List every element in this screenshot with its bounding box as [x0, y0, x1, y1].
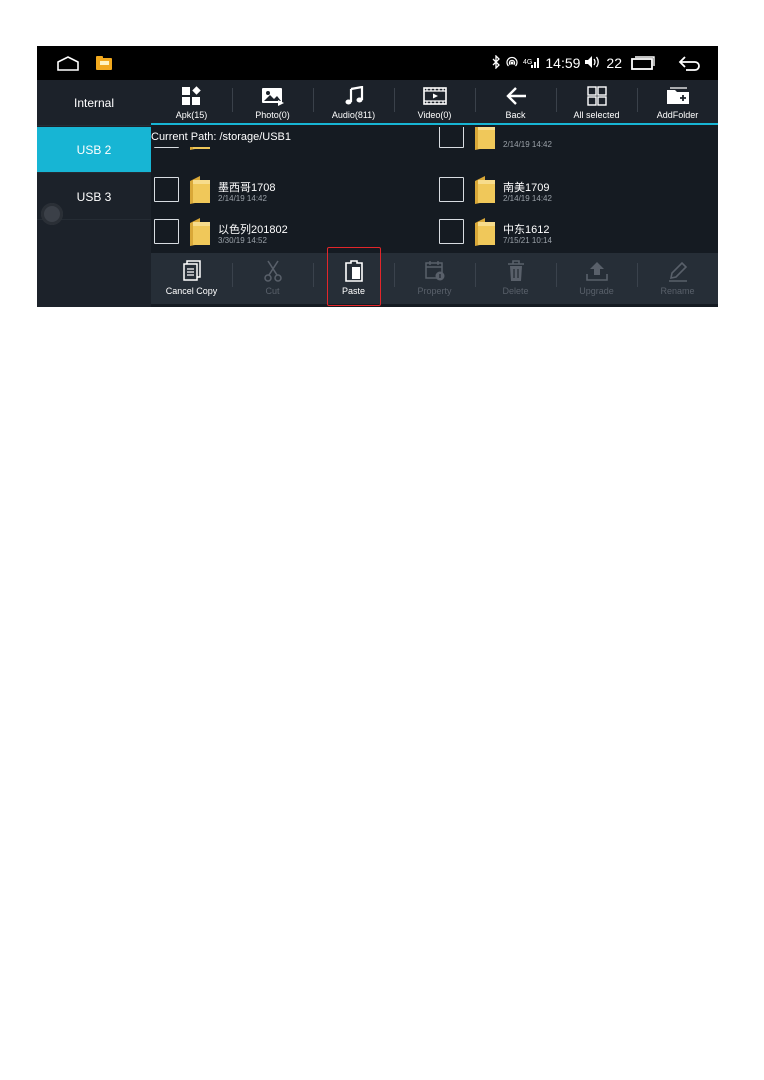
file-name: 中东1612 [503, 224, 550, 236]
grid-icon [586, 84, 608, 108]
back-button[interactable]: Back [475, 80, 556, 123]
video-icon [422, 84, 447, 108]
sidebar-item-usb2[interactable]: USB 2 [37, 127, 151, 173]
list-item[interactable]: 中东1612 7/15/21 10:14 [436, 213, 716, 253]
recents-icon[interactable] [629, 46, 657, 80]
cancel-copy-button[interactable]: Cancel Copy [151, 253, 232, 304]
folder-icon [475, 127, 495, 150]
delete-button[interactable]: Delete [475, 253, 556, 304]
add-folder-button[interactable]: AddFolder [637, 80, 718, 123]
cut-label: Cut [265, 286, 280, 296]
file-date: 2/14/19 14:42 [503, 194, 552, 203]
file-list: 2/25/23 11:48 2/14/19 14:42 墨西哥1708 2/14… [151, 127, 718, 253]
head-unit-screen: 4G 14:59 22 Internal USB 2 USB 3 Apk(15) [37, 46, 718, 307]
home-outline-icon[interactable] [55, 46, 81, 80]
current-path: Current Path: /storage/USB1 [151, 127, 296, 147]
category-toolbar: Apk(15) Photo(0) Audio(811) Video(0) Bac… [151, 80, 718, 125]
upload-icon [585, 259, 609, 283]
rename-label: Rename [660, 286, 695, 296]
add-folder-icon [665, 84, 691, 108]
back-arrow-icon [505, 84, 527, 108]
paste-button[interactable]: Paste [313, 253, 394, 304]
video-filter-button[interactable]: Video(0) [394, 80, 475, 123]
file-action-bar: Cancel Copy Cut Paste Property Delete Up… [151, 247, 718, 306]
paste-icon [344, 259, 364, 283]
back-arrow-icon[interactable] [675, 46, 705, 80]
paste-label: Paste [341, 286, 365, 296]
file-name: 以色列201802 [218, 224, 288, 236]
select-all-button[interactable]: All selected [556, 80, 637, 123]
pencil-icon [667, 259, 689, 283]
property-button[interactable]: Property [394, 253, 475, 304]
bluetooth-icon [491, 53, 501, 72]
audio-filter-label: Audio(811) [331, 110, 376, 120]
file-name: 墨西哥1708 [218, 182, 276, 194]
video-filter-label: Video(0) [417, 110, 452, 120]
apk-filter-button[interactable]: Apk(15) [151, 80, 232, 123]
cancel-copy-label: Cancel Copy [165, 286, 218, 296]
property-label: Property [417, 286, 452, 296]
item-checkbox[interactable] [154, 219, 179, 244]
trash-icon [506, 259, 526, 283]
status-indicators: 4G 14:59 22 [491, 46, 622, 80]
item-checkbox[interactable] [439, 127, 464, 148]
folder-icon [190, 176, 210, 204]
upgrade-label: Upgrade [579, 286, 614, 296]
floating-assistive-button[interactable] [41, 203, 63, 225]
folder-icon [475, 218, 495, 246]
status-bar: 4G 14:59 22 [37, 46, 718, 80]
music-note-icon [344, 84, 364, 108]
scissors-icon [263, 259, 283, 283]
item-checkbox[interactable] [439, 177, 464, 202]
file-name: 南美1709 [503, 182, 550, 194]
cut-button[interactable]: Cut [232, 253, 313, 304]
upgrade-button[interactable]: Upgrade [556, 253, 637, 304]
sidebar-item-internal[interactable]: Internal [37, 80, 151, 126]
file-date: 2/14/19 14:42 [218, 194, 267, 203]
photo-icon [261, 84, 285, 108]
delete-label: Delete [502, 286, 529, 296]
file-date: 2/14/19 14:42 [503, 140, 552, 149]
folder-icon [475, 176, 495, 204]
photo-filter-label: Photo(0) [255, 110, 290, 120]
clipboard-icon [182, 259, 202, 283]
add-folder-label: AddFolder [656, 110, 699, 120]
file-manager-icon[interactable] [93, 46, 115, 80]
back-label: Back [505, 110, 526, 120]
file-date: 3/30/19 14:52 [218, 236, 267, 245]
list-item[interactable]: 南美1709 2/14/19 14:42 [436, 171, 716, 211]
audio-filter-button[interactable]: Audio(811) [313, 80, 394, 123]
property-icon [424, 259, 446, 283]
list-item[interactable]: 墨西哥1708 2/14/19 14:42 [151, 171, 431, 211]
svg-text:4G: 4G [523, 59, 532, 66]
cellular-signal-icon: 4G [523, 55, 541, 72]
item-checkbox[interactable] [154, 177, 179, 202]
volume-icon [584, 55, 602, 72]
rename-button[interactable]: Rename [637, 253, 718, 304]
select-all-label: All selected [573, 110, 620, 120]
item-checkbox[interactable] [439, 219, 464, 244]
folder-icon [190, 218, 210, 246]
list-item[interactable]: 以色列201802 3/30/19 14:52 [151, 213, 431, 253]
clock-time: 14:59 [545, 55, 581, 71]
volume-level: 22 [606, 55, 622, 71]
list-item[interactable]: 2/14/19 14:42 [436, 127, 716, 157]
file-date: 7/15/21 10:14 [503, 236, 552, 245]
storage-sidebar: Internal USB 2 USB 3 [37, 80, 151, 307]
apk-filter-label: Apk(15) [175, 110, 208, 120]
wifi-hotspot-icon [505, 55, 519, 72]
photo-filter-button[interactable]: Photo(0) [232, 80, 313, 123]
apps-icon [181, 84, 203, 108]
